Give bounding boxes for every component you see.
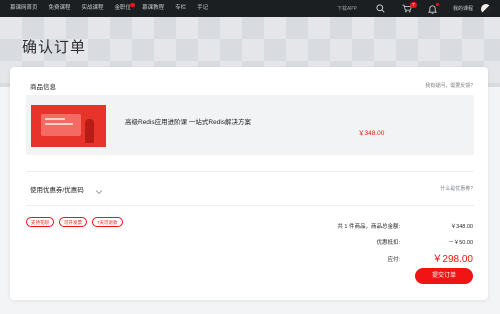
discount-label: 优惠抵扣: [376,240,400,246]
nav-item-notes[interactable]: 手记 [197,0,208,17]
divider [26,205,474,206]
course-name: 高级Redis应用进阶课 一站式Redis解决方案 [125,119,252,126]
discount-value: －￥50.00 [448,240,473,246]
course-price: ￥348.00 [358,130,385,137]
new-badge [130,3,136,7]
goods-item-row: 高级Redis应用进阶课 一站式Redis解决方案 ￥348.00 [26,95,474,155]
nav-item-tutorials[interactable]: 慕课教程 [142,0,164,17]
payable-value: ￥298.00 [432,254,473,265]
goods-total-value: ￥348.00 [450,224,473,230]
nav-item-practical-courses[interactable]: 实战课程 [82,0,104,17]
bell-icon[interactable] [427,2,439,15]
nav-item-free-courses[interactable]: 免费课程 [49,0,71,17]
cart-icon[interactable]: 7 [401,1,417,15]
my-courses-link[interactable]: 我的课程 [453,5,473,12]
avatar[interactable] [481,3,491,14]
notification-dot [435,2,439,6]
page-title: 确认订单 [22,39,87,56]
divider [26,171,474,172]
search-icon[interactable] [375,3,387,15]
nav-item-columns[interactable]: 专栏 [175,0,186,17]
order-card: 商品信息 我有疑问，需要反馈? 高级Redis应用进阶课 一站式Redis解决方… [10,67,488,300]
top-nav: 慕课网首页 免费课程 实战课程 金职位 慕课教程 专栏 手记 下载APP 7 我… [0,0,500,17]
goods-section-title: 商品信息 [30,84,56,91]
nav-item-home[interactable]: 慕课网首页 [10,0,38,17]
tag-invoice: 可开发票 [59,217,87,227]
course-thumbnail [31,105,106,147]
nav-item-jobs-label: 金职位 [114,5,132,11]
goods-total-label: 共 1 件商品，商品总金额: [337,224,400,230]
feedback-link[interactable]: 我有疑问，需要反馈? [425,82,473,89]
cart-count-badge: 7 [409,1,417,8]
service-tags: 支持花呗 可开发票 7天可退款 [26,217,128,227]
nav-right: 下载APP 7 我的课程 [337,0,500,17]
tag-huabei: 支持花呗 [26,217,54,227]
coupon-toggle[interactable]: 使用优惠券/优惠码 [30,184,84,194]
coupon-help-link[interactable]: 什么是优惠券? [440,185,473,192]
chevron-down-icon[interactable] [95,182,103,200]
payable-label: 应付: [387,257,400,263]
submit-order-button[interactable]: 提交订单 [415,268,473,284]
download-app-link[interactable]: 下载APP [337,5,357,12]
nav-item-jobs[interactable]: 金职位 [114,0,136,17]
tag-refund: 7天可退款 [92,217,123,227]
